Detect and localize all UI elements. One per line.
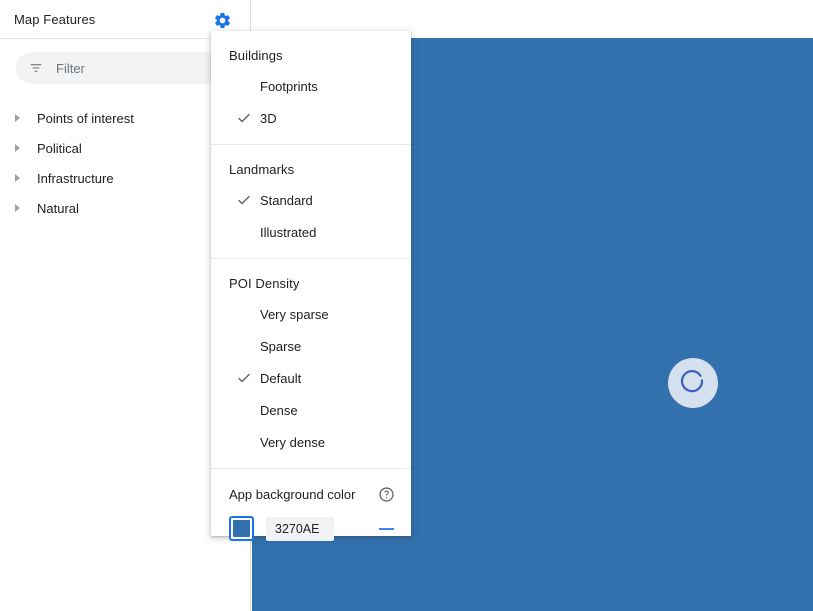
menu-item-label: Very dense xyxy=(260,434,326,450)
menu-section-heading: Buildings xyxy=(229,48,283,63)
menu-section-heading: POI Density xyxy=(229,276,300,291)
color-swatch-button[interactable] xyxy=(229,516,254,541)
menu-section-heading: Landmarks xyxy=(229,162,295,177)
gear-icon[interactable] xyxy=(211,9,233,31)
chevron-right-icon[interactable] xyxy=(13,203,23,213)
hex-color-input[interactable]: 3270AE xyxy=(266,516,334,541)
app-background-color-section: App background color 3270AE xyxy=(211,469,411,541)
checkmark-icon xyxy=(235,109,253,127)
menu-section-buildings: Buildings Footprints 3D xyxy=(211,31,411,134)
search-input[interactable]: Filter xyxy=(16,52,235,84)
menu-section-landmarks: Landmarks Standard Illustrated xyxy=(211,145,411,248)
menu-item-label: Standard xyxy=(260,192,313,208)
menu-item-label: Illustrated xyxy=(260,224,317,240)
tree-item-label: Natural xyxy=(37,200,79,216)
check-slot xyxy=(235,223,253,241)
menu-section-poi-density: POI Density Very sparse Sparse Default D… xyxy=(211,259,411,458)
check-slot xyxy=(235,433,253,451)
menu-item-label: Very sparse xyxy=(260,306,329,322)
checkmark-icon xyxy=(235,191,253,209)
settings-menu-panel: Buildings Footprints 3D Landmarks Standa… xyxy=(211,31,411,541)
check-slot xyxy=(235,77,253,95)
menu-item-label: 3D xyxy=(260,110,277,126)
check-slot xyxy=(235,337,253,355)
tree-item-label: Political xyxy=(37,140,82,156)
menu-item-very-sparse[interactable]: Very sparse xyxy=(211,298,411,330)
color-section-label: App background color xyxy=(229,487,356,502)
check-slot xyxy=(235,305,253,323)
menu-item-label: Sparse xyxy=(260,338,302,354)
chevron-right-icon[interactable] xyxy=(13,143,23,153)
menu-item-label: Default xyxy=(260,370,302,386)
menu-item-illustrated[interactable]: Illustrated xyxy=(211,216,411,248)
filter-placeholder-text: Filter xyxy=(56,60,85,76)
color-section-header: App background color xyxy=(211,469,411,503)
menu-item-dense[interactable]: Dense xyxy=(211,394,411,426)
minus-icon[interactable] xyxy=(377,518,395,540)
menu-item-default[interactable]: Default xyxy=(211,362,411,394)
loading-spinner-icon xyxy=(680,370,704,393)
menu-item-3d[interactable]: 3D xyxy=(211,102,411,134)
tree-item-label: Infrastructure xyxy=(37,170,114,186)
app-root: Map Features Filter Points of interest P… xyxy=(0,0,813,611)
check-slot xyxy=(235,401,253,419)
menu-item-label: Footprints xyxy=(260,78,318,94)
page-title: Map Features xyxy=(14,12,96,27)
menu-item-footprints[interactable]: Footprints xyxy=(211,70,411,102)
chevron-right-icon[interactable] xyxy=(13,173,23,183)
checkmark-icon xyxy=(235,369,253,387)
menu-item-very-dense[interactable]: Very dense xyxy=(211,426,411,458)
filter-icon xyxy=(30,64,42,72)
chevron-right-icon[interactable] xyxy=(13,113,23,123)
color-swatch-fill xyxy=(233,520,250,537)
menu-item-label: Dense xyxy=(260,402,298,418)
color-picker-row: 3270AE xyxy=(211,503,411,541)
tree-item-label: Points of interest xyxy=(37,110,134,126)
map-loading-indicator xyxy=(668,358,718,408)
help-circle-icon[interactable] xyxy=(378,486,395,503)
menu-item-sparse[interactable]: Sparse xyxy=(211,330,411,362)
menu-item-standard[interactable]: Standard xyxy=(211,184,411,216)
